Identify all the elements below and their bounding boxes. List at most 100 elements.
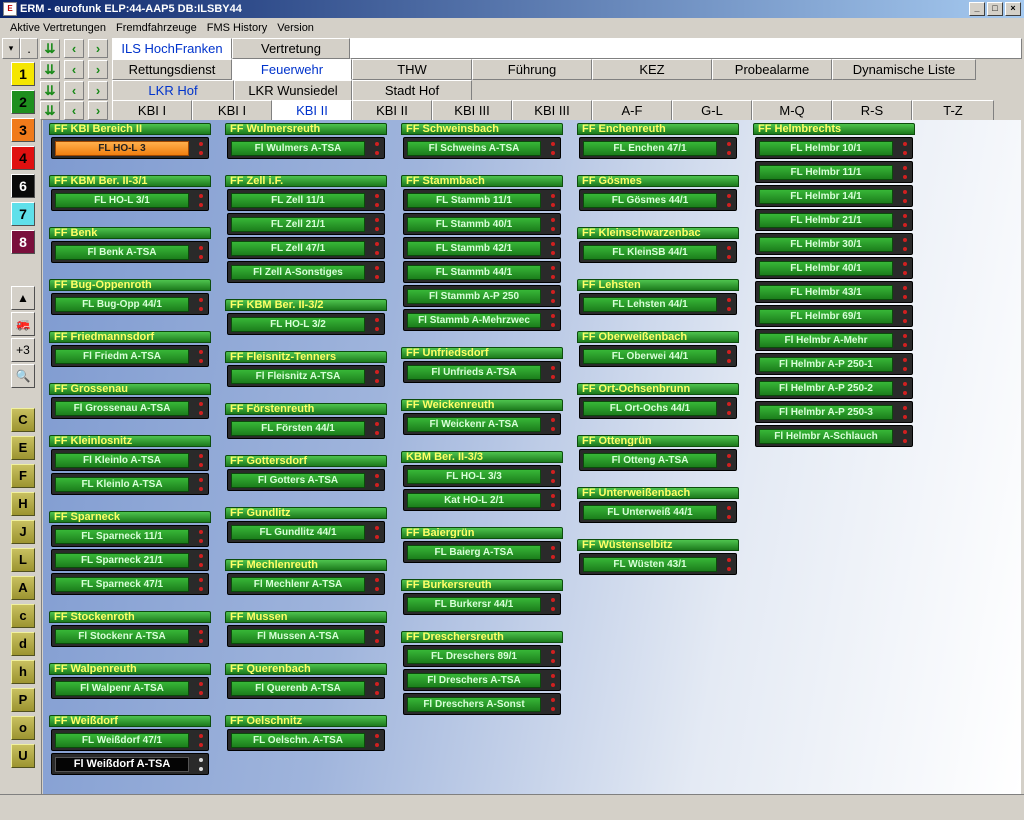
vehicle-button[interactable]: Fl Mussen A-TSA: [227, 625, 385, 647]
vehicle-button[interactable]: Fl Helmbr A-P 250-1: [755, 353, 913, 375]
vehicle-button[interactable]: FL Gösmes 44/1: [579, 189, 737, 211]
vehicle-button[interactable]: FL Helmbr 40/1: [755, 257, 913, 279]
vehicle-button[interactable]: Fl Friedm A-TSA: [51, 345, 209, 367]
vehicle-button[interactable]: FL HO-L 3/3: [403, 465, 561, 487]
vehicle-button[interactable]: FL Weißdorf 47/1: [51, 729, 209, 751]
vehicle-button[interactable]: Fl Helmbr A-P 250-3: [755, 401, 913, 423]
chevron-right-icon[interactable]: ›: [88, 81, 108, 100]
chevron-double-down-icon[interactable]: ⇊: [40, 60, 60, 79]
vehicle-button[interactable]: FL HO-L 3/2: [227, 313, 385, 335]
tab-kbi-iii-1[interactable]: KBI III: [432, 100, 512, 121]
chevron-right-icon[interactable]: ›: [88, 101, 108, 120]
filter-button-11[interactable]: o: [11, 716, 35, 740]
filter-button-5[interactable]: L: [11, 548, 35, 572]
magnifier-icon[interactable]: 🔍: [11, 364, 35, 388]
chevron-left-icon[interactable]: ‹: [64, 101, 84, 120]
vehicle-button[interactable]: FL Sparneck 47/1: [51, 573, 209, 595]
vehicle-button[interactable]: FL Sparneck 11/1: [51, 525, 209, 547]
filter-button-1[interactable]: E: [11, 436, 35, 460]
vehicle-button[interactable]: FL Gundlitz 44/1: [227, 521, 385, 543]
vehicle-button[interactable]: FL Zell 21/1: [227, 213, 385, 235]
vehicle-button[interactable]: FL Kleinlo A-TSA: [51, 473, 209, 495]
vehicle-button[interactable]: Fl Grossenau A-TSA: [51, 397, 209, 419]
tab-kbi-ii-2[interactable]: KBI II: [352, 100, 432, 121]
status-button-4[interactable]: 6: [11, 174, 35, 198]
vehicle-button[interactable]: Fl Kleinlo A-TSA: [51, 449, 209, 471]
vehicle-button[interactable]: FL Bug-Opp 44/1: [51, 293, 209, 315]
vehicle-button[interactable]: Fl Benk A-TSA: [51, 241, 209, 263]
tab-dynamische-liste[interactable]: Dynamische Liste: [832, 59, 976, 80]
vehicle-button[interactable]: Fl Querenb A-TSA: [227, 677, 385, 699]
status-button-3[interactable]: 4: [11, 146, 35, 170]
vehicle-button[interactable]: Fl Mechlenr A-TSA: [227, 573, 385, 595]
status-button-6[interactable]: 8: [11, 230, 35, 254]
chevron-right-icon[interactable]: ›: [88, 39, 108, 58]
chevron-right-icon[interactable]: ›: [88, 60, 108, 79]
status-button-0[interactable]: 1: [11, 62, 35, 86]
vehicle-button[interactable]: FL Enchen 47/1: [579, 137, 737, 159]
maximize-button[interactable]: □: [987, 2, 1003, 16]
status-button-1[interactable]: 2: [11, 90, 35, 114]
vehicle-button[interactable]: Kat HO-L 2/1: [403, 489, 561, 511]
tab-kez[interactable]: KEZ: [592, 59, 712, 80]
vehicle-button[interactable]: FL Sparneck 21/1: [51, 549, 209, 571]
tab-r-s[interactable]: R-S: [832, 100, 912, 121]
vehicle-button[interactable]: Fl Weickenr A-TSA: [403, 413, 561, 435]
status-button-2[interactable]: 3: [11, 118, 35, 142]
vehicle-button[interactable]: Fl Otteng A-TSA: [579, 449, 737, 471]
status-button-5[interactable]: 7: [11, 202, 35, 226]
menu-aktive-vertretungen[interactable]: Aktive Vertretungen: [10, 22, 106, 34]
tab-lkr-wunsiedel[interactable]: LKR Wunsiedel: [234, 80, 352, 101]
siren-icon[interactable]: ▲: [11, 286, 35, 310]
vehicle-button[interactable]: Fl Fleisnitz A-TSA: [227, 365, 385, 387]
vehicle-button[interactable]: FL Oberwei 44/1: [579, 345, 737, 367]
vehicle-button[interactable]: FL HO-L 3: [51, 137, 209, 159]
vehicle-button[interactable]: FL Stammb 11/1: [403, 189, 561, 211]
vehicle-button[interactable]: FL Helmbr 30/1: [755, 233, 913, 255]
vehicle-button[interactable]: FL Helmbr 10/1: [755, 137, 913, 159]
vehicle-button[interactable]: FL Baierg A-TSA: [403, 541, 561, 563]
vehicle-button[interactable]: Fl Unfrieds A-TSA: [403, 361, 561, 383]
tab-vertretung[interactable]: Vertretung: [232, 38, 350, 59]
vehicle-button[interactable]: FL HO-L 3/1: [51, 189, 209, 211]
filter-button-8[interactable]: d: [11, 632, 35, 656]
filter-button-3[interactable]: H: [11, 492, 35, 516]
chevron-left-icon[interactable]: ‹: [64, 60, 84, 79]
chevron-left-icon[interactable]: ‹: [64, 81, 84, 100]
chevron-double-down-icon[interactable]: ⇊: [40, 39, 60, 58]
tab-rettungsdienst[interactable]: Rettungsdienst: [112, 59, 232, 80]
minimize-button[interactable]: _: [969, 2, 985, 16]
vehicle-button[interactable]: FL Burkersr 44/1: [403, 593, 561, 615]
filter-button-4[interactable]: J: [11, 520, 35, 544]
vehicle-button[interactable]: FL Stammb 44/1: [403, 261, 561, 283]
menu-fremdfahrzeuge[interactable]: Fremdfahrzeuge: [116, 22, 197, 34]
vehicle-button[interactable]: Fl Walpenr A-TSA: [51, 677, 209, 699]
dot-button[interactable]: .: [20, 38, 38, 59]
filter-button-9[interactable]: h: [11, 660, 35, 684]
menu-version[interactable]: Version: [277, 22, 314, 34]
vehicle-button[interactable]: Fl Stockenr A-TSA: [51, 625, 209, 647]
vehicle-button[interactable]: FL Helmbr 14/1: [755, 185, 913, 207]
tab-a-f[interactable]: A-F: [592, 100, 672, 121]
close-button[interactable]: ×: [1005, 2, 1021, 16]
vehicle-button[interactable]: FL Helmbr 11/1: [755, 161, 913, 183]
tab-thw[interactable]: THW: [352, 59, 472, 80]
vehicle-button[interactable]: Fl Stammb A-P 250: [403, 285, 561, 307]
chevron-double-down-icon[interactable]: ⇊: [40, 81, 60, 100]
vehicle-button[interactable]: Fl Gotters A-TSA: [227, 469, 385, 491]
tab-kbi-i-1[interactable]: KBI I: [112, 100, 192, 121]
tab-feuerwehr[interactable]: Feuerwehr: [232, 59, 352, 80]
vehicle-button[interactable]: FL KleinSB 44/1: [579, 241, 737, 263]
vehicle-button[interactable]: FL Helmbr 69/1: [755, 305, 913, 327]
vehicle-button[interactable]: FL Helmbr 43/1: [755, 281, 913, 303]
chevron-double-down-icon[interactable]: ⇊: [40, 101, 60, 120]
dropdown-button[interactable]: ▾: [2, 38, 20, 59]
vehicle-button[interactable]: Fl Helmbr A-Schlauch: [755, 425, 913, 447]
vehicle-button[interactable]: FL Lehsten 44/1: [579, 293, 737, 315]
filter-button-7[interactable]: c: [11, 604, 35, 628]
plus-three-icon[interactable]: +3: [11, 338, 35, 362]
vehicle-button[interactable]: FL Stammb 42/1: [403, 237, 561, 259]
vehicle-button[interactable]: FL Zell 47/1: [227, 237, 385, 259]
filter-button-0[interactable]: C: [11, 408, 35, 432]
vehicle-button[interactable]: FL Unterweiß 44/1: [579, 501, 737, 523]
